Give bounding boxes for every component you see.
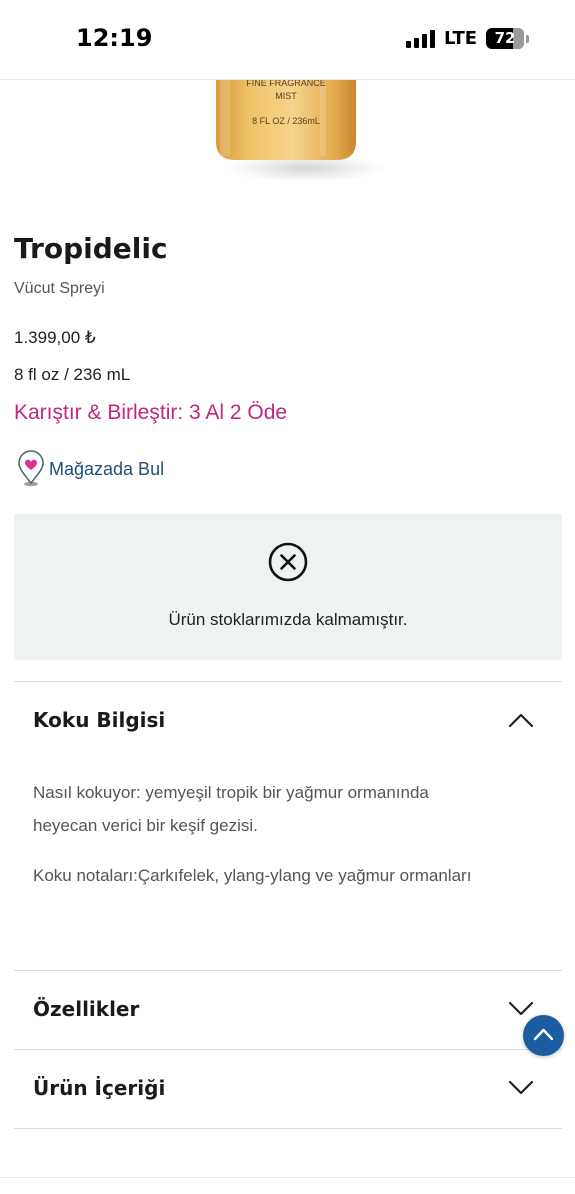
divider (0, 1177, 575, 1178)
product-page: 12:19 LTE 72 FINE FRAGRANCE MIST 8 FL OZ… (0, 0, 575, 1194)
status-time: 12:19 (76, 24, 153, 52)
network-label: LTE (444, 28, 478, 49)
divider (14, 1128, 562, 1129)
out-of-stock-message: Ürün stoklarımızda kalmamıştır. (168, 610, 408, 629)
battery-nub (526, 35, 529, 43)
chevron-up-icon (508, 713, 534, 728)
out-of-stock-box: Ürün stoklarımızda kalmamıştır. (14, 514, 562, 660)
accordion-ingredients[interactable]: Ürün İçeriği (14, 1050, 562, 1128)
scent-notes: Koku notaları:Çarkıfelek, ylang-ylang ve… (33, 866, 472, 885)
bottle-text-line2: MIST (275, 91, 297, 101)
bottle-text-line1: FINE FRAGRANCE (246, 80, 326, 88)
accordion-ingredients-title: Ürün İçeriği (33, 1076, 166, 1100)
signal-icon (406, 30, 436, 48)
x-circle-icon (268, 542, 308, 582)
find-in-store-link[interactable]: Mağazada Bul (14, 450, 164, 488)
find-in-store-label: Mağazada Bul (49, 458, 165, 479)
accordion-features[interactable]: Özellikler (14, 971, 562, 1049)
bottle-text-line3: 8 FL OZ / 236mL (252, 116, 320, 126)
chevron-down-icon (508, 1080, 534, 1095)
chevron-down-icon (508, 1001, 534, 1016)
arrow-up-icon (533, 1028, 554, 1041)
accordion-scent-title: Koku Bilgisi (33, 708, 166, 732)
product-subtitle: Vücut Spreyi (14, 280, 105, 297)
battery-percent: 72 (494, 29, 516, 47)
accordion-features-title: Özellikler (33, 997, 140, 1021)
scroll-to-top-button[interactable] (523, 1015, 564, 1056)
accordion-scent-info[interactable]: Koku Bilgisi (14, 682, 562, 760)
product-size: 8 fl oz / 236 mL (14, 365, 131, 384)
status-bar: 12:19 LTE 72 (0, 0, 575, 80)
product-price: 1.399,00 ₺ (14, 328, 96, 347)
product-title: Tropidelic (14, 232, 168, 265)
promo-link[interactable]: Karıştır & Birleştir: 3 Al 2 Öde (14, 401, 287, 425)
product-image: FINE FRAGRANCE MIST 8 FL OZ / 236mL (216, 80, 384, 180)
map-pin-heart-icon (18, 450, 44, 487)
scent-description: Nasıl kokuyor: yemyeşil tropik bir yağmu… (33, 783, 429, 835)
battery-icon: 72 (486, 28, 524, 49)
